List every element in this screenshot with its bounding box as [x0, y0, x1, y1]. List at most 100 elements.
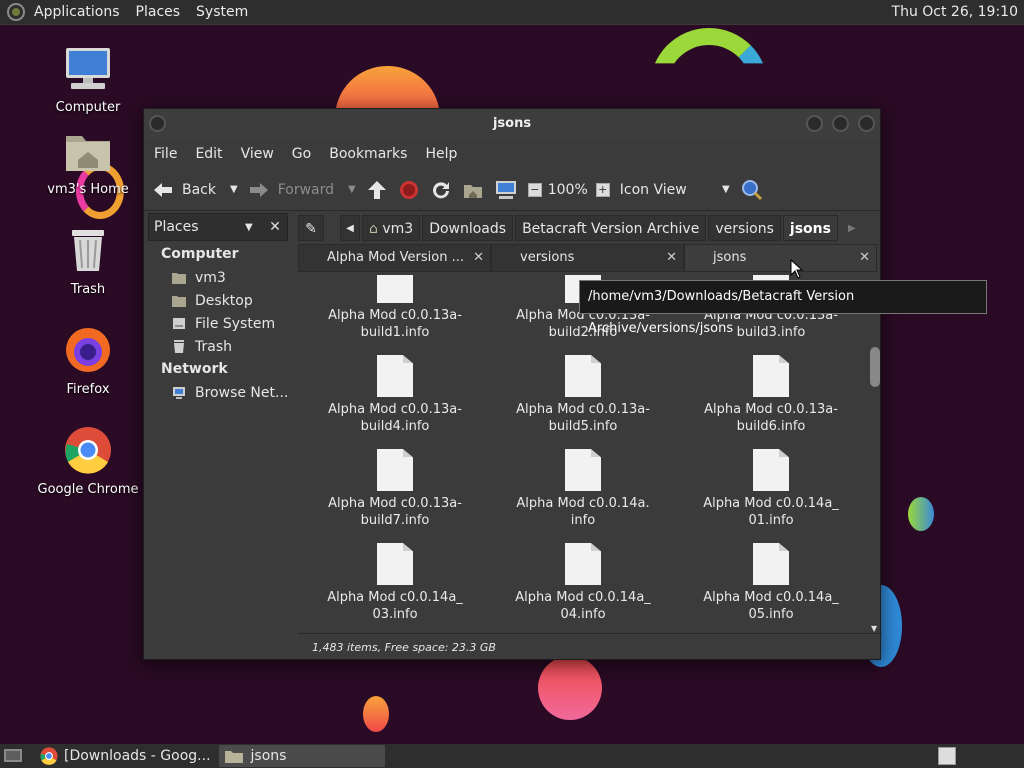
menu-go[interactable]: Go: [286, 146, 317, 162]
file-item[interactable]: Alpha Mod c0.0.13a- build6.info: [686, 355, 856, 435]
document-icon: [377, 449, 413, 491]
forward-button[interactable]: Forward ▼: [248, 175, 356, 205]
tab-jsons[interactable]: jsons ✕: [684, 244, 877, 272]
back-label: Back: [182, 181, 216, 198]
file-item[interactable]: Alpha Mod c0.0.14a. info: [498, 449, 668, 529]
back-button[interactable]: Back ▼: [152, 175, 238, 205]
home-icon[interactable]: [462, 175, 484, 205]
menu-bookmarks[interactable]: Bookmarks: [323, 146, 413, 162]
network-icon: [173, 387, 185, 399]
up-arrow-icon[interactable]: [366, 175, 388, 205]
home-folder-icon: ⌂: [369, 221, 378, 237]
chrome-icon: [40, 747, 58, 765]
workspace-switcher[interactable]: [938, 747, 956, 765]
file-name-line1: Alpha Mod c0.0.14a.: [516, 496, 650, 511]
close-button[interactable]: [858, 115, 875, 132]
sidebar-item-label: Trash: [195, 338, 232, 355]
file-name-line1: Alpha Mod c0.0.13a-: [328, 496, 462, 511]
view-mode-select[interactable]: Icon View ▼: [620, 175, 730, 205]
vertical-scrollbar[interactable]: ▼: [868, 275, 882, 633]
menu-system[interactable]: System: [188, 0, 256, 25]
close-tab-icon[interactable]: ✕: [666, 245, 677, 271]
sidebar-item-vm3[interactable]: vm3: [144, 266, 294, 289]
title-bar[interactable]: jsons: [144, 109, 880, 139]
sidebar-heading-network: Network: [161, 361, 228, 377]
sidebar-item-desktop[interactable]: Desktop: [144, 289, 294, 312]
document-icon: [565, 543, 601, 585]
search-icon[interactable]: [740, 175, 764, 205]
breadcrumb-right-arrow-icon[interactable]: ▶: [848, 223, 856, 234]
file-item[interactable]: Alpha Mod c0.0.13a- build1.info: [310, 275, 480, 341]
desktop-icon-label: vm3's Home: [47, 182, 129, 197]
desktop-icon-label: Trash: [70, 282, 106, 297]
minimize-button[interactable]: [806, 115, 823, 132]
back-arrow-icon: [154, 182, 172, 197]
file-grid: Alpha Mod c0.0.13a- build1.info Alpha Mo…: [298, 275, 876, 633]
wallpaper-orange-drop: [363, 696, 389, 732]
maximize-button[interactable]: [832, 115, 849, 132]
taskbar-item-chrome[interactable]: [Downloads - Goog...: [34, 745, 217, 767]
file-item[interactable]: Alpha Mod c0.0.14a_ 05.info: [686, 543, 856, 623]
menu-view[interactable]: View: [235, 146, 280, 162]
file-item[interactable]: Alpha Mod c0.0.14a_ 04.info: [498, 543, 668, 623]
zoom-in-icon[interactable]: +: [595, 182, 610, 197]
drive-icon: [173, 318, 185, 329]
tab-alpha-mod-version[interactable]: Alpha Mod Version ... ✕: [298, 244, 491, 272]
file-item[interactable]: Alpha Mod c0.0.13a- build7.info: [310, 449, 480, 529]
menu-places[interactable]: Places: [128, 0, 189, 25]
tab-label: versions: [520, 250, 575, 265]
file-name-line2: build1.info: [360, 325, 430, 340]
breadcrumb-downloads[interactable]: Downloads: [422, 215, 514, 241]
window-menu-button[interactable]: [149, 115, 166, 132]
tab-versions[interactable]: versions ✕: [491, 244, 684, 272]
file-item[interactable]: Alpha Mod c0.0.14a_ 01.info: [686, 449, 856, 529]
top-panel: Applications Places System Thu Oct 26, 1…: [0, 0, 1024, 25]
folder-icon: [224, 751, 243, 763]
breadcrumb-betacraft[interactable]: Betacraft Version Archive: [515, 215, 707, 241]
document-icon: [377, 355, 413, 397]
desktop-icon-chrome[interactable]: Google Chrome: [33, 426, 143, 497]
breadcrumb-jsons[interactable]: jsons: [782, 215, 838, 241]
edit-location-icon[interactable]: ✎: [298, 215, 324, 241]
desktop-icon-firefox[interactable]: Firefox: [33, 326, 143, 397]
file-item[interactable]: Alpha Mod c0.0.13a- build5.info: [498, 355, 668, 435]
clock[interactable]: Thu Oct 26, 19:10: [892, 0, 1018, 25]
breadcrumb-label: vm3: [382, 221, 414, 237]
stop-icon[interactable]: [398, 175, 420, 205]
forward-history-dropdown-icon[interactable]: ▼: [348, 184, 356, 195]
menu-file[interactable]: File: [148, 146, 183, 162]
reload-icon[interactable]: [430, 175, 452, 205]
taskbar-item-jsons[interactable]: jsons: [218, 745, 385, 767]
breadcrumb-versions[interactable]: versions: [708, 215, 781, 241]
file-name-line1: Alpha Mod c0.0.14a_: [703, 590, 839, 605]
desktop-icon-label: Computer: [55, 100, 121, 115]
computer-small-icon[interactable]: [494, 175, 518, 205]
back-history-dropdown-icon[interactable]: ▼: [230, 184, 238, 195]
close-tab-icon[interactable]: ✕: [473, 245, 484, 271]
breadcrumb-left-arrow-icon[interactable]: ◀: [340, 215, 360, 241]
sidebar-item-file-system[interactable]: File System: [144, 312, 294, 335]
sidebar-item-label: vm3: [195, 269, 226, 286]
close-tab-icon[interactable]: ✕: [859, 245, 870, 271]
menu-edit[interactable]: Edit: [189, 146, 228, 162]
breadcrumb-vm3[interactable]: ⌂ vm3: [362, 215, 421, 241]
mate-logo-icon[interactable]: [7, 3, 25, 21]
desktop-icon-computer[interactable]: Computer: [33, 46, 143, 115]
menu-applications[interactable]: Applications: [26, 0, 128, 25]
scrollbar-thumb[interactable]: [870, 347, 880, 387]
show-desktop-icon[interactable]: [2, 747, 26, 765]
file-item[interactable]: Alpha Mod c0.0.13a- build4.info: [310, 355, 480, 435]
file-name-line2: build4.info: [360, 419, 430, 434]
desktop-icon-home[interactable]: vm3's Home: [33, 128, 143, 197]
sidebar-item-trash[interactable]: Trash: [144, 335, 294, 358]
zoom-level: 100%: [547, 181, 588, 198]
sidebar-close-icon[interactable]: ✕: [264, 214, 286, 240]
desktop-icon-trash[interactable]: Trash: [33, 226, 143, 297]
file-item[interactable]: Alpha Mod c0.0.14a_ 03.info: [310, 543, 480, 623]
zoom-out-icon[interactable]: −: [527, 182, 542, 197]
menu-help[interactable]: Help: [419, 146, 463, 162]
scroll-down-arrow-icon[interactable]: ▼: [871, 624, 877, 633]
sidebar-item-browse-network[interactable]: Browse Net...: [144, 381, 294, 404]
desktop-icon-label: Firefox: [66, 382, 110, 397]
forward-arrow-icon: [249, 182, 268, 197]
